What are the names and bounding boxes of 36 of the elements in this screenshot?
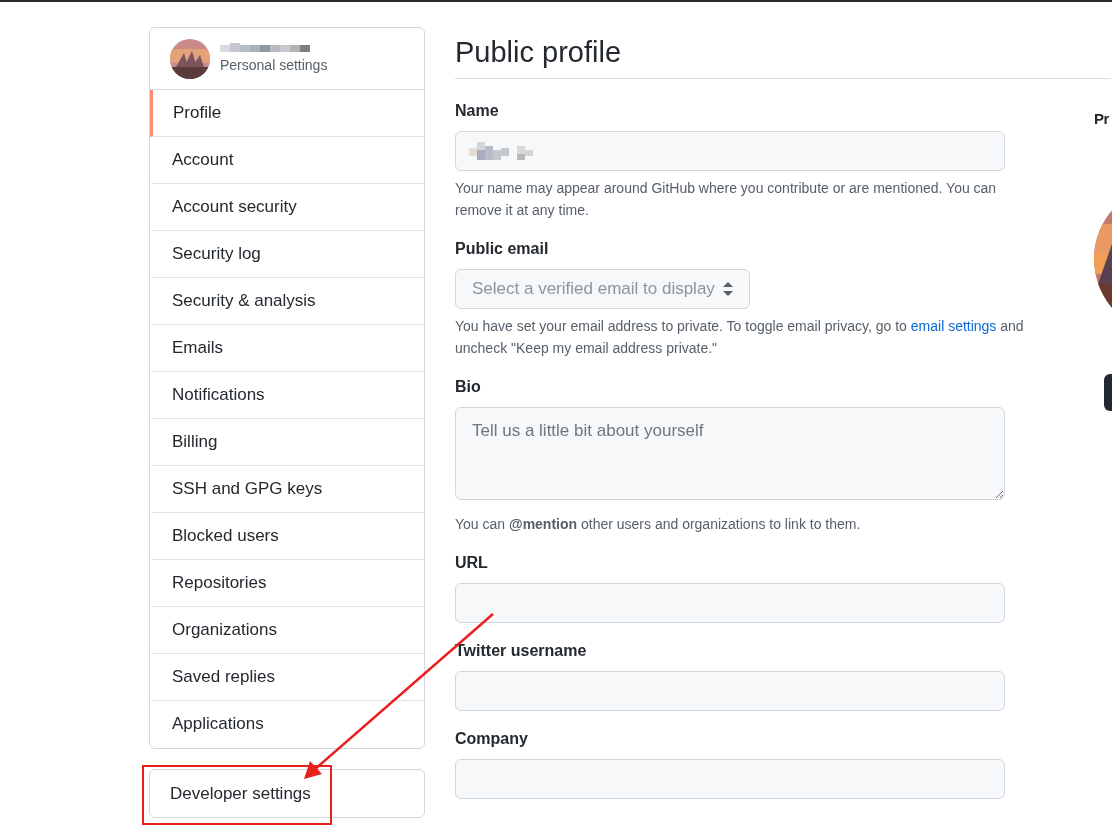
menu-item[interactable]: Saved replies [150,654,424,701]
page-title: Public profile [455,35,1111,79]
field-label: URL [455,552,488,573]
menu-item[interactable]: Applications [150,701,424,748]
menu-item[interactable]: Account security [150,184,424,231]
menu-item[interactable]: Security log [150,231,424,278]
section-heading: Pr [1094,109,1109,129]
help-text: You can @mention other users and organizations to link to them. [455,514,862,534]
help-text: Your name may appear around GitHub where you contribute or are mentioned. You can remove it at any time. [455,178,998,220]
menu-item[interactable]: Profile [150,90,424,137]
input-field[interactable] [455,130,1005,171]
menu-item[interactable]: Notifications [150,372,424,419]
field-label: Public email [455,238,549,259]
select-field: Select a verified email to display [455,268,750,309]
menu-item[interactable]: Emails [150,325,424,372]
menu-item[interactable]: Billing [150,419,424,466]
menu-item[interactable]: Developer settings [150,770,424,817]
textarea-field[interactable]: Tell us a little bit about yourself [455,406,1005,500]
subtitle: Personal settings [220,56,328,73]
menu-item[interactable]: Blocked users [150,513,424,560]
field-label: Twitter username [455,640,587,661]
field-label: Company [455,728,528,749]
field-label: Name [455,100,499,121]
input-field[interactable] [455,758,1005,799]
menu-item[interactable]: Repositories [150,560,424,607]
input-field[interactable] [455,582,1005,623]
edit-button[interactable] [1104,374,1112,411]
help-text: You have set your email address to private. To toggle email privacy, go to email settings and uncheck "Keep my email address private." [455,316,1025,358]
input-field[interactable] [455,670,1005,711]
menu-item[interactable]: Organizations [150,607,424,654]
avatar[interactable] [170,38,210,79]
menu-item[interactable]: Security & analysis [150,278,424,325]
field-label: Bio [455,376,481,397]
menu-item[interactable]: Account [150,137,424,184]
sort-caret-icon [723,281,733,296]
menu-item[interactable]: SSH and GPG keys [150,466,424,513]
